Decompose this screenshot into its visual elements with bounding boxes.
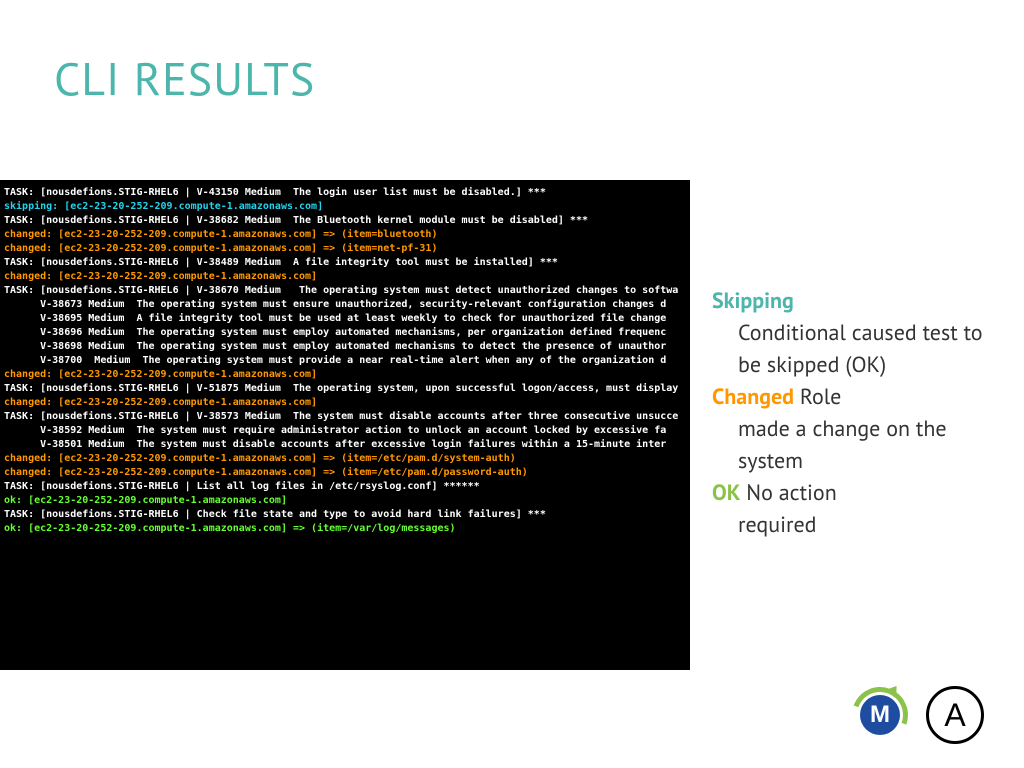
terminal-line: TASK: [nousdefions.STIG-RHEL6 | List all… <box>4 480 686 494</box>
terminal-line: TASK: [nousdefions.STIG-RHEL6 | V-43150 … <box>4 186 686 200</box>
terminal-line: ok: [ec2-23-20-252-209.compute-1.amazona… <box>4 494 686 508</box>
legend-label-skipping: Skipping <box>712 287 794 315</box>
terminal-line: TASK: [nousdefions.STIG-RHEL6 | V-38682 … <box>4 214 686 228</box>
terminal-line: changed: [ec2-23-20-252-209.compute-1.am… <box>4 228 686 242</box>
terminal-line: changed: [ec2-23-20-252-209.compute-1.am… <box>4 466 686 480</box>
terminal-line: TASK: [nousdefions.STIG-RHEL6 | V-38670 … <box>4 284 686 298</box>
status-legend: Skipping Conditional caused test to be s… <box>712 285 992 541</box>
mindpoint-logo-icon: M <box>852 687 908 743</box>
legend-desc-skipping: Conditional caused test to be skipped (O… <box>712 317 992 381</box>
logo-group: M A <box>852 686 984 744</box>
terminal-line: V-38501 Medium The system must disable a… <box>4 438 686 452</box>
terminal-line: changed: [ec2-23-20-252-209.compute-1.am… <box>4 368 686 382</box>
terminal-line: changed: [ec2-23-20-252-209.compute-1.am… <box>4 452 686 466</box>
terminal-line: TASK: [nousdefions.STIG-RHEL6 | V-38489 … <box>4 256 686 270</box>
terminal-line: V-38592 Medium The system must require a… <box>4 424 686 438</box>
terminal-line: V-38695 Medium A file integrity tool mus… <box>4 312 686 326</box>
terminal-line: skipping: [ec2-23-20-252-209.compute-1.a… <box>4 200 686 214</box>
terminal-line: V-38700 Medium The operating system must… <box>4 354 686 368</box>
legend-item-ok: OK No action required <box>712 477 992 541</box>
page-title: CLI RESULTS <box>54 48 315 108</box>
terminal-line: TASK: [nousdefions.STIG-RHEL6 | Check fi… <box>4 508 686 522</box>
terminal-output: TASK: [nousdefions.STIG-RHEL6 | V-43150 … <box>0 180 690 670</box>
terminal-line: V-38696 Medium The operating system must… <box>4 326 686 340</box>
terminal-line: TASK: [nousdefions.STIG-RHEL6 | V-38573 … <box>4 410 686 424</box>
terminal-line: ok: [ec2-23-20-252-209.compute-1.amazona… <box>4 522 686 536</box>
legend-item-skipping: Skipping Conditional caused test to be s… <box>712 285 992 381</box>
legend-label-ok: OK <box>712 479 740 507</box>
legend-desc-ok: required <box>712 509 992 541</box>
terminal-line: V-38673 Medium The operating system must… <box>4 298 686 312</box>
terminal-line: changed: [ec2-23-20-252-209.compute-1.am… <box>4 270 686 284</box>
terminal-line: changed: [ec2-23-20-252-209.compute-1.am… <box>4 396 686 410</box>
terminal-line: TASK: [nousdefions.STIG-RHEL6 | V-51875 … <box>4 382 686 396</box>
terminal-line: changed: [ec2-23-20-252-209.compute-1.am… <box>4 242 686 256</box>
legend-label-changed: Changed <box>712 383 794 411</box>
ansible-logo-icon: A <box>926 686 984 744</box>
legend-item-changed: Changed Role made a change on the system <box>712 381 992 477</box>
terminal-line: V-38698 Medium The operating system must… <box>4 340 686 354</box>
legend-desc-changed: made a change on the system <box>712 413 992 477</box>
